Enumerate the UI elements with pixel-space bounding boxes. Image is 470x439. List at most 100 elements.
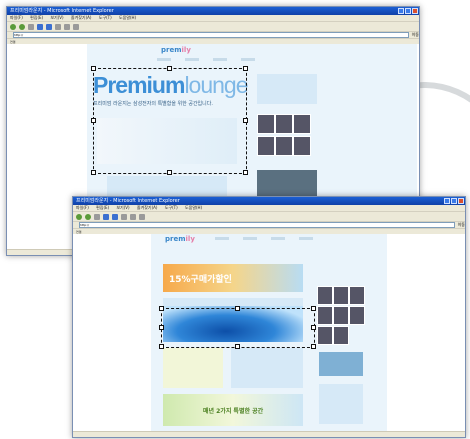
promo-tile[interactable] [163,348,223,388]
resize-handle[interactable] [235,344,240,349]
menu-edit[interactable]: 편집(E) [30,15,43,20]
nav-item[interactable] [271,237,285,240]
front-browser-window[interactable]: 프리미엄라운지 - Microsoft Internet Explorer 파일… [72,196,466,438]
site-logo[interactable]: premily [161,46,191,54]
go-button[interactable]: 이동 [412,32,419,38]
nav-item[interactable] [243,237,257,240]
member-photo[interactable] [333,326,349,345]
toolbar [73,211,465,221]
back-icon[interactable] [10,23,16,30]
member-photo[interactable] [317,286,333,305]
menu-view[interactable]: 보기(V) [50,15,63,20]
sidebar-banner[interactable] [319,352,363,376]
menu-file[interactable]: 파일(F) [10,15,23,20]
favorites-icon[interactable] [130,213,136,220]
menu-view[interactable]: 보기(V) [116,205,129,210]
menu-favorites[interactable]: 즐겨찾기(A) [71,15,92,20]
resize-handle[interactable] [91,118,96,123]
member-photo[interactable] [293,114,311,134]
address-field[interactable]: http:// [79,222,455,228]
promo-tile[interactable] [231,348,303,388]
member-photo[interactable] [333,286,349,305]
refresh-icon[interactable] [103,213,109,220]
search-icon[interactable] [55,23,61,30]
nav-item[interactable] [213,58,227,61]
member-photo[interactable] [317,306,333,325]
global-nav [157,58,255,61]
maximize-icon[interactable] [451,198,457,204]
minimize-icon[interactable] [398,8,404,14]
go-button[interactable]: 이동 [458,222,465,228]
resize-handle[interactable] [91,170,96,175]
member-photo[interactable] [275,114,293,134]
maximize-icon[interactable] [405,8,411,14]
minimize-icon[interactable] [444,198,450,204]
global-nav [215,237,313,240]
menu-file[interactable]: 파일(F) [76,205,89,210]
resize-handle[interactable] [243,170,248,175]
special-space-banner[interactable]: 매년 2가지 특별한 공간 [163,394,303,426]
refresh-icon[interactable] [37,23,43,30]
close-icon[interactable] [458,198,464,204]
resize-handle[interactable] [311,306,316,311]
nav-item[interactable] [185,58,199,61]
close-icon[interactable] [412,8,418,14]
resize-handle[interactable] [235,306,240,311]
search-icon[interactable] [121,213,127,220]
site-logo[interactable]: premily [165,235,195,243]
resize-handle[interactable] [243,118,248,123]
discount-banner[interactable]: 15%구매가할인 [163,264,303,292]
sidebar-box [319,384,363,424]
menu-help[interactable]: 도움말(H) [119,15,136,20]
resize-handle[interactable] [167,170,172,175]
nav-item[interactable] [241,58,255,61]
resize-handle[interactable] [311,325,316,330]
resize-handle[interactable] [167,66,172,71]
forward-icon[interactable] [19,23,25,30]
resize-handle[interactable] [159,344,164,349]
address-field[interactable]: http:// [13,32,409,38]
print-icon[interactable] [139,213,145,220]
member-photo[interactable] [275,136,293,156]
discount-text: 15%구매가할인 [169,275,232,285]
home-icon[interactable] [112,213,118,220]
print-icon[interactable] [73,23,79,30]
resize-handle[interactable] [91,66,96,71]
forward-icon[interactable] [85,213,91,220]
member-photo[interactable] [257,114,275,134]
member-photo[interactable] [257,136,275,156]
member-photo[interactable] [317,326,333,345]
title-bar[interactable]: 프리미엄라운지 - Microsoft Internet Explorer [7,7,419,15]
stop-icon[interactable] [94,213,100,220]
selection-box [93,68,247,174]
nav-item[interactable] [215,237,229,240]
home-icon[interactable] [46,23,52,30]
status-bar [73,431,465,437]
resize-handle[interactable] [159,306,164,311]
menu-favorites[interactable]: 즐겨찾기(A) [137,205,158,210]
stop-icon[interactable] [28,23,34,30]
toolbar [7,21,419,31]
window-title: 프리미엄라운지 - Microsoft Internet Explorer [76,198,180,204]
address-bar: http:// 이동 [73,221,465,228]
menu-help[interactable]: 도움말(H) [185,205,202,210]
favorites-icon[interactable] [64,23,70,30]
window-title: 프리미엄라운지 - Microsoft Internet Explorer [10,8,114,14]
nav-item[interactable] [299,237,313,240]
member-photo[interactable] [349,286,365,305]
menu-tools[interactable]: 도구(T) [99,15,112,20]
resize-handle[interactable] [311,344,316,349]
back-icon[interactable] [76,213,82,220]
selection-box [161,308,315,348]
address-bar: http:// 이동 [7,31,419,38]
member-photo[interactable] [349,306,365,325]
title-bar[interactable]: 프리미엄라운지 - Microsoft Internet Explorer [73,197,465,205]
menu-edit[interactable]: 편집(E) [96,205,109,210]
member-photo[interactable] [333,306,349,325]
sidebar-login [257,74,317,104]
resize-handle[interactable] [159,325,164,330]
resize-handle[interactable] [243,66,248,71]
menu-tools[interactable]: 도구(T) [165,205,178,210]
nav-item[interactable] [157,58,171,61]
member-photo[interactable] [293,136,311,156]
